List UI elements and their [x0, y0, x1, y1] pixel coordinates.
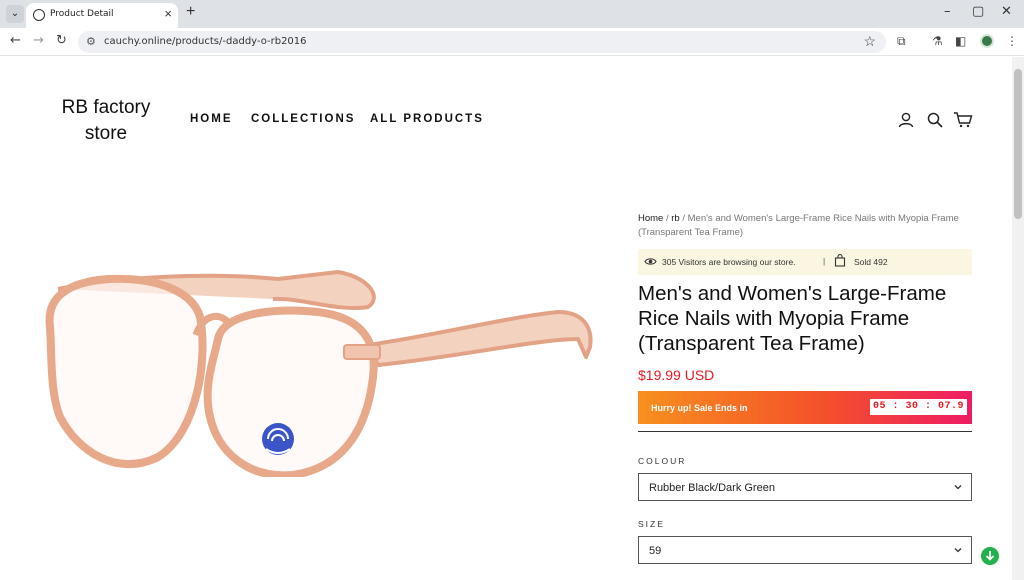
site-info-icon[interactable]: ⚙	[86, 35, 96, 48]
sale-countdown-bar: Hurry up! Sale Ends in 05 : 30 : 07.9	[638, 391, 972, 424]
product-price: $19.99 USD	[638, 367, 715, 383]
size-select[interactable]: 59	[638, 536, 972, 564]
divider	[638, 431, 972, 432]
address-bar[interactable]: ⚙ cauchy.online/products/-daddy-o-rb2016…	[78, 31, 886, 53]
browser-toolbar: ← → ↻ ⚙ cauchy.online/products/-daddy-o-…	[0, 28, 1024, 56]
visitors-count-text: 305 Visitors are browsing our store.	[662, 257, 796, 267]
breadcrumb-rb[interactable]: rb	[671, 213, 679, 224]
nav-home[interactable]: HOME	[190, 113, 233, 125]
menu-icon[interactable]: ⋮	[1006, 34, 1018, 48]
close-window-icon[interactable]: ✕	[1001, 4, 1012, 19]
reload-icon[interactable]: ↻	[56, 33, 67, 48]
eye-icon	[644, 258, 657, 265]
download-arrow-icon	[985, 551, 995, 561]
cart-icon[interactable]	[953, 111, 973, 129]
visitors-bar: 305 Visitors are browsing our store. | S…	[638, 249, 972, 275]
nav-collections[interactable]: COLLECTIONS	[251, 113, 355, 125]
tab-search-icon[interactable]: ⌄	[6, 5, 24, 23]
colour-select[interactable]: Rubber Black/Dark Green	[638, 473, 972, 501]
maximize-icon[interactable]: ▢	[972, 4, 984, 19]
minimize-icon[interactable]: –	[944, 4, 951, 19]
close-tab-icon[interactable]: ×	[164, 6, 172, 21]
side-panel-icon[interactable]: ◧	[955, 34, 966, 48]
tab-title: Product Detail	[50, 9, 114, 19]
extensions-icon[interactable]: ⧉	[897, 34, 906, 49]
store-logo[interactable]: RB factory store	[56, 95, 156, 147]
breadcrumb: Home / rb / Men's and Women's Large-Fram…	[638, 212, 978, 240]
profile-avatar[interactable]	[980, 34, 994, 48]
breadcrumb-separator: /	[679, 213, 688, 224]
scrollbar-thumb[interactable]	[1014, 69, 1022, 219]
sold-count-text: Sold 492	[854, 257, 888, 267]
chevron-down-icon	[954, 485, 962, 490]
bag-icon	[834, 254, 846, 267]
browser-tabstrip: ⌄ Product Detail × + – ▢ ✕	[0, 0, 1024, 28]
browser-tab[interactable]: Product Detail ×	[26, 3, 178, 28]
labs-icon[interactable]: ⚗	[932, 34, 943, 48]
account-icon[interactable]	[897, 111, 915, 129]
colour-label: COLOUR	[638, 456, 687, 466]
colour-value: Rubber Black/Dark Green	[649, 482, 775, 494]
search-icon[interactable]	[926, 111, 944, 129]
product-title: Men's and Women's Large-Frame Rice Nails…	[638, 282, 947, 355]
chevron-down-icon	[954, 548, 962, 553]
visitors-separator: |	[823, 256, 826, 266]
nav-all-products[interactable]: ALL PRODUCTS	[370, 113, 484, 125]
globe-icon	[33, 9, 45, 21]
size-value: 59	[649, 545, 662, 557]
url-text[interactable]: cauchy.online/products/-daddy-o-rb2016	[104, 36, 307, 47]
bookmark-star-icon[interactable]: ☆	[863, 33, 876, 50]
page-content: RB factory store HOME COLLECTIONS ALL PR…	[0, 57, 1012, 580]
back-icon[interactable]: ←	[10, 33, 21, 48]
breadcrumb-home[interactable]: Home	[638, 213, 663, 224]
sale-timer: 05 : 30 : 07.9	[869, 399, 967, 415]
sale-text: Hurry up! Sale Ends in	[651, 403, 748, 413]
product-image[interactable]	[38, 217, 598, 477]
chat-widget-button[interactable]	[981, 547, 999, 565]
forward-icon[interactable]: →	[33, 33, 44, 48]
new-tab-icon[interactable]: +	[186, 3, 195, 21]
page-scrollbar[interactable]	[1012, 57, 1024, 580]
size-label: SIZE	[638, 519, 665, 529]
